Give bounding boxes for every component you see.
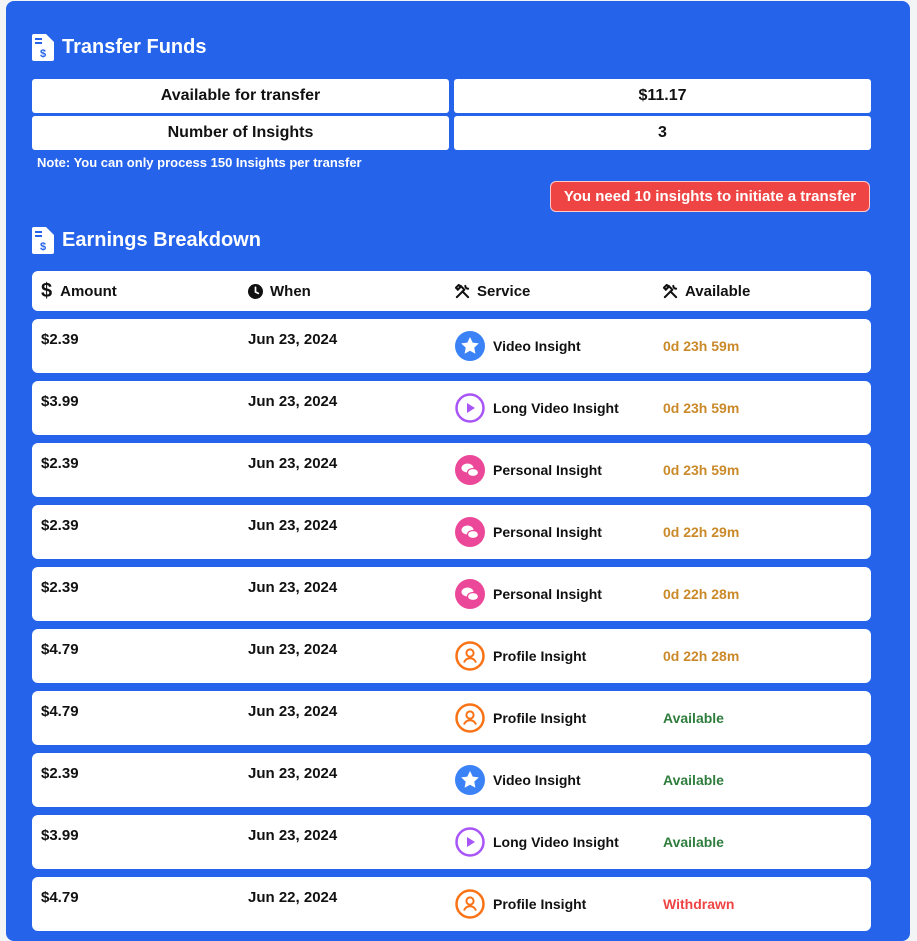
service-label: Profile Insight (493, 896, 587, 912)
date-cell: Jun 23, 2024 (248, 330, 338, 348)
service-cell: Profile Insight (455, 691, 586, 745)
amount-cell: $3.99 (41, 392, 79, 410)
table-row[interactable]: $2.39 Jun 23, 2024 Personal Insight 0d 22h … (32, 505, 871, 559)
number-of-insights-row: Number of Insights 3 (32, 116, 871, 150)
dollar-icon: $ (41, 279, 53, 302)
service-label: Video Insight (493, 772, 581, 788)
invoice-dollar-icon: $ (32, 34, 54, 61)
date-cell: Jun 22, 2024 (248, 888, 338, 906)
table-row[interactable]: $4.79 Jun 23, 2024 Profile Insight Availabl… (32, 691, 871, 745)
service-cell: Video Insight (455, 753, 581, 807)
play-circle-icon (455, 827, 485, 857)
service-cell: Video Insight (455, 319, 581, 373)
availability-cell: Available (663, 834, 724, 850)
service-cell: Personal Insight (455, 567, 602, 621)
amount-cell: $4.79 (41, 640, 79, 658)
insights-label: Number of Insights (32, 116, 449, 150)
column-label: Amount (60, 282, 117, 300)
service-label: Personal Insight (493, 586, 602, 602)
amount-cell: $2.39 (41, 330, 79, 348)
service-cell: Long Video Insight (455, 381, 619, 435)
table-row[interactable]: $3.99 Jun 23, 2024 Long Video Insight Avail… (32, 815, 871, 869)
available-label: Available for transfer (32, 79, 449, 113)
availability-cell: Available (663, 710, 724, 726)
available-for-transfer-row: Available for transfer $11.17 (32, 79, 871, 113)
section-title-text: Transfer Funds (62, 36, 207, 58)
availability-cell: 0d 23h 59m (663, 338, 740, 354)
table-row[interactable]: $2.39 Jun 23, 2024 Video Insight 0d 23h 59m (32, 319, 871, 373)
amount-cell: $3.99 (41, 826, 79, 844)
date-cell: Jun 23, 2024 (248, 454, 338, 472)
service-label: Profile Insight (493, 710, 587, 726)
column-label: When (270, 282, 311, 300)
table-row[interactable]: $2.39 Jun 23, 2024 Video Insight Available (32, 753, 871, 807)
user-circle-icon (455, 641, 485, 671)
date-cell: Jun 23, 2024 (248, 702, 338, 720)
svg-text:$: $ (40, 48, 46, 60)
service-label: Personal Insight (493, 524, 602, 540)
table-row[interactable]: $4.79 Jun 22, 2024 Profile Insight Withdraw… (32, 877, 871, 931)
column-amount[interactable]: $ Amount (41, 271, 117, 311)
availability-cell: 0d 23h 59m (663, 400, 740, 416)
service-label: Profile Insight (493, 648, 587, 664)
date-cell: Jun 23, 2024 (248, 516, 338, 534)
amount-cell: $4.79 (41, 702, 79, 720)
service-label: Video Insight (493, 338, 581, 354)
user-circle-icon (455, 703, 485, 733)
transfer-note: Note: You can only process 150 Insights … (37, 155, 362, 170)
availability-cell: Withdrawn (663, 896, 735, 912)
service-cell: Long Video Insight (455, 815, 619, 869)
date-cell: Jun 23, 2024 (248, 826, 338, 844)
service-cell: Personal Insight (455, 505, 602, 559)
initiate-transfer-warning-button[interactable]: You need 10 insights to initiate a trans… (550, 181, 870, 212)
star-icon (455, 765, 485, 795)
table-row[interactable]: $2.39 Jun 23, 2024 Personal Insight 0d 22h … (32, 567, 871, 621)
earnings-table-header: $ Amount When Service Available (32, 271, 871, 311)
chat-bubbles-icon (455, 517, 485, 547)
tools-icon (663, 283, 678, 298)
column-service[interactable]: Service (455, 271, 530, 311)
service-label: Personal Insight (493, 462, 602, 478)
date-cell: Jun 23, 2024 (248, 764, 338, 782)
tools-icon (455, 283, 470, 298)
amount-cell: $2.39 (41, 516, 79, 534)
availability-cell: 0d 23h 59m (663, 462, 740, 478)
play-circle-icon (455, 393, 485, 423)
amount-cell: $4.79 (41, 888, 79, 906)
availability-cell: 0d 22h 28m (663, 586, 740, 602)
service-cell: Personal Insight (455, 443, 602, 497)
transfer-funds-title: $ Transfer Funds (32, 34, 206, 61)
insights-value: 3 (454, 116, 871, 150)
table-row[interactable]: $3.99 Jun 23, 2024 Long Video Insight 0d 23… (32, 381, 871, 435)
chat-bubbles-icon (455, 455, 485, 485)
clock-icon (248, 283, 263, 299)
amount-cell: $2.39 (41, 578, 79, 596)
column-available[interactable]: Available (663, 271, 750, 311)
amount-cell: $2.39 (41, 764, 79, 782)
available-value: $11.17 (454, 79, 871, 113)
column-label: Available (685, 282, 751, 300)
date-cell: Jun 23, 2024 (248, 640, 338, 658)
svg-text:$: $ (40, 241, 46, 253)
user-circle-icon (455, 889, 485, 919)
service-label: Long Video Insight (493, 400, 619, 416)
table-row[interactable]: $4.79 Jun 23, 2024 Profile Insight 0d 22h 2… (32, 629, 871, 683)
service-cell: Profile Insight (455, 877, 586, 931)
availability-cell: 0d 22h 29m (663, 524, 740, 540)
column-label: Service (477, 282, 531, 300)
availability-cell: Available (663, 772, 724, 788)
service-label: Long Video Insight (493, 834, 619, 850)
earnings-breakdown-title: $ Earnings Breakdown (32, 227, 261, 254)
date-cell: Jun 23, 2024 (248, 392, 338, 410)
table-row[interactable]: $2.39 Jun 23, 2024 Personal Insight 0d 23h … (32, 443, 871, 497)
invoice-dollar-icon: $ (32, 227, 54, 254)
chat-bubbles-icon (455, 579, 485, 609)
column-when[interactable]: When (248, 271, 311, 311)
section-title-text: Earnings Breakdown (62, 229, 261, 251)
amount-cell: $2.39 (41, 454, 79, 472)
star-icon (455, 331, 485, 361)
date-cell: Jun 23, 2024 (248, 578, 338, 596)
service-cell: Profile Insight (455, 629, 586, 683)
availability-cell: 0d 22h 28m (663, 648, 740, 664)
